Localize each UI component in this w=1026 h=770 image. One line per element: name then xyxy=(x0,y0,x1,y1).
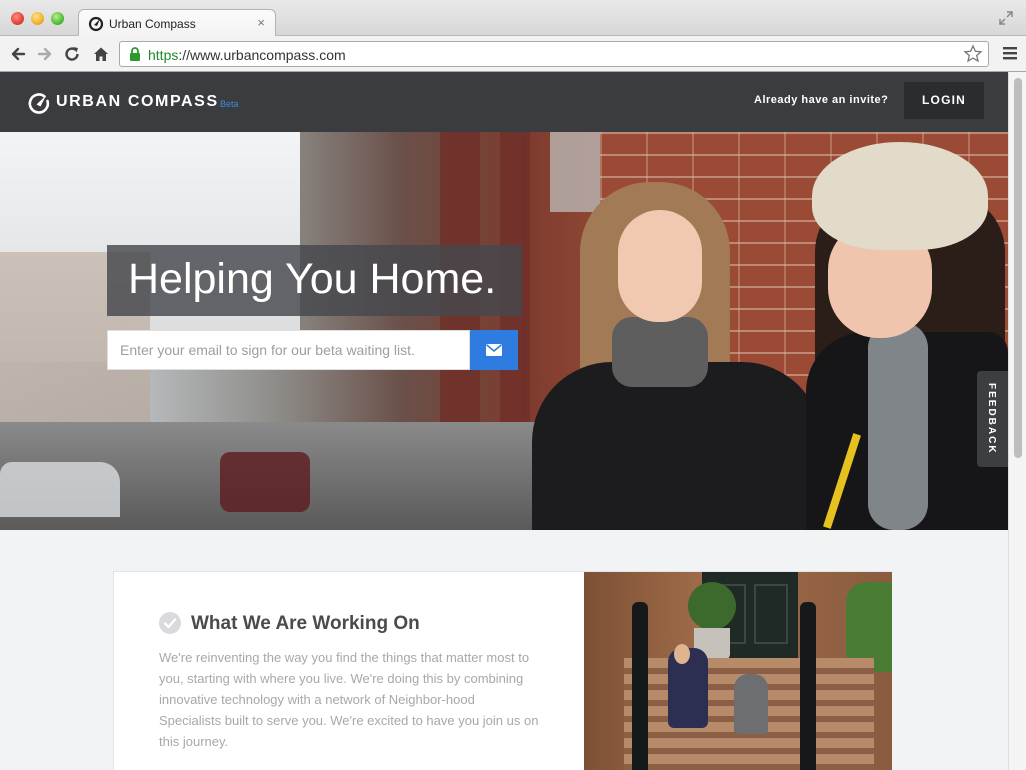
check-icon xyxy=(159,612,181,634)
fullscreen-icon[interactable] xyxy=(998,10,1014,26)
card-body: We're reinventing the way you find the t… xyxy=(159,650,539,749)
photo-railing xyxy=(800,602,816,770)
zoom-window-button[interactable] xyxy=(51,12,64,25)
hero-photo-woman-right-scarf xyxy=(868,322,928,530)
photo-plant xyxy=(688,582,736,630)
hero-photo-woman-left-scarf xyxy=(612,317,708,387)
logo-text[interactable]: URBAN COMPASS xyxy=(56,93,219,111)
login-button[interactable]: LOGIN xyxy=(904,82,984,119)
feedback-tab[interactable]: FEEDBACK xyxy=(977,371,1008,467)
hero-photo-car xyxy=(220,452,310,512)
tab-title: Urban Compass xyxy=(109,17,196,31)
star-icon[interactable] xyxy=(963,44,983,64)
feedback-label: FEEDBACK xyxy=(986,383,997,455)
email-input[interactable] xyxy=(107,330,470,370)
photo-dog xyxy=(734,674,768,734)
forward-icon[interactable] xyxy=(35,44,55,64)
hero-photo-woman-left-coat xyxy=(532,362,822,530)
hero-headline: Helping You Home. xyxy=(128,255,497,303)
tab-close-icon[interactable]: × xyxy=(257,15,265,30)
card-title: What We Are Working On xyxy=(191,613,420,634)
lock-icon xyxy=(130,47,140,61)
back-icon[interactable] xyxy=(8,44,28,64)
compass-logo-icon[interactable] xyxy=(27,91,51,115)
beta-badge: Beta xyxy=(220,99,239,109)
browser-toolbar: https://www.urbancompass.com xyxy=(0,36,1026,72)
working-on-card: What We Are Working On We're reinventing… xyxy=(113,571,892,770)
page-scrollbar[interactable] xyxy=(1008,72,1026,770)
address-bar[interactable]: https://www.urbancompass.com xyxy=(119,41,989,67)
scrollbar-thumb[interactable] xyxy=(1014,78,1022,458)
site-header: URBAN COMPASS Beta Already have an invit… xyxy=(0,72,1008,132)
photo-railing xyxy=(632,602,648,770)
email-submit-button[interactable] xyxy=(470,330,518,370)
home-icon[interactable] xyxy=(91,44,111,64)
compass-favicon-icon xyxy=(88,16,104,32)
browser-tab[interactable]: Urban Compass × xyxy=(78,9,276,37)
reload-icon[interactable] xyxy=(62,44,82,64)
photo-door-panel xyxy=(754,584,788,644)
invite-prompt: Already have an invite? xyxy=(754,94,889,106)
page-viewport: URBAN COMPASS Beta Already have an invit… xyxy=(0,72,1008,770)
minimize-window-button[interactable] xyxy=(31,12,44,25)
url-text: https://www.urbancompass.com xyxy=(148,47,346,63)
menu-icon[interactable] xyxy=(1002,45,1018,61)
mail-icon xyxy=(486,344,502,356)
browser-titlebar: Urban Compass × xyxy=(0,0,1026,37)
hero-photo-car xyxy=(0,462,120,517)
hero-photo-hat xyxy=(812,142,988,250)
hero-photo-woman-left-face xyxy=(618,210,702,322)
headline-box: Helping You Home. xyxy=(107,245,522,316)
close-window-button[interactable] xyxy=(11,12,24,25)
photo-woman-head xyxy=(674,644,690,664)
brownstone-photo xyxy=(584,572,892,770)
hero-banner: Helping You Home. FEEDBACK xyxy=(0,132,1008,530)
